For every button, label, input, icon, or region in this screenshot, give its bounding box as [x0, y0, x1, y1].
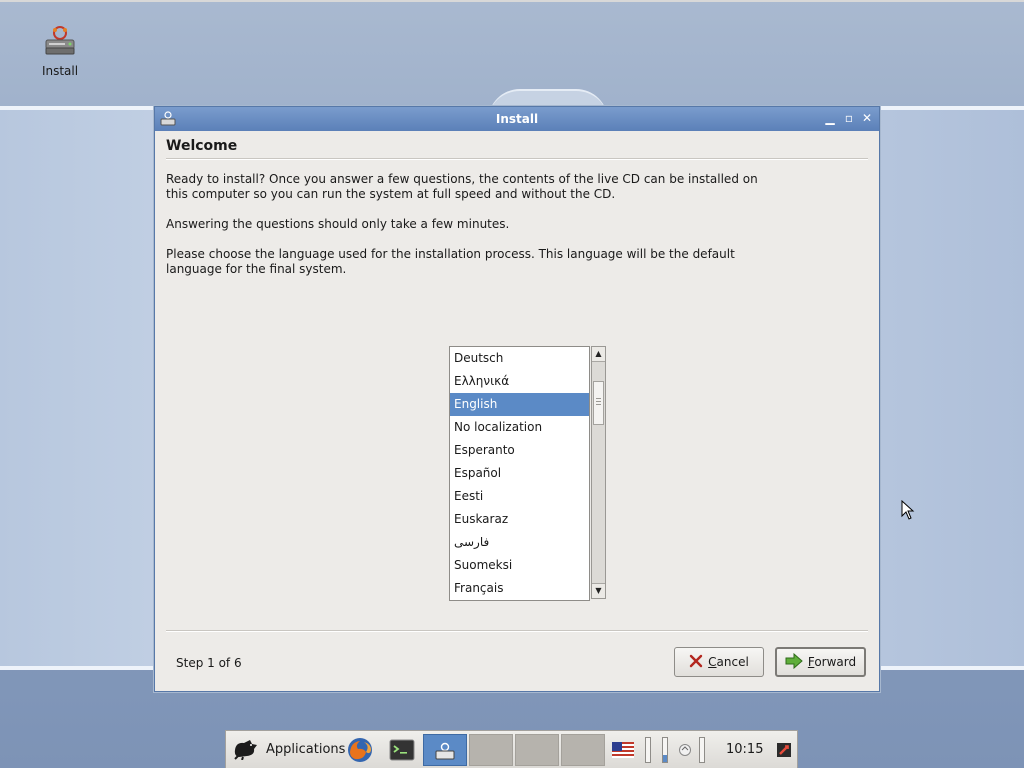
panel-separator-handle[interactable] [699, 737, 705, 763]
desktop-icon-label: Install [41, 64, 79, 78]
xfce-mouse-icon [232, 736, 260, 764]
language-item[interactable]: No localization [450, 416, 589, 439]
step-indicator: Step 1 of 6 [176, 656, 242, 670]
cancel-mnemonic: C [708, 655, 717, 669]
window-title: Install [495, 112, 539, 126]
mouse-pointer-icon [901, 499, 915, 523]
scroll-down-icon[interactable]: ▼ [592, 583, 605, 598]
language-item[interactable]: Deutsch [450, 347, 589, 370]
desktop-top-edge [0, 0, 1024, 2]
desktop-install-icon[interactable]: Install [34, 24, 86, 78]
clock[interactable]: 10:15 [726, 731, 763, 768]
language-item[interactable]: Français [450, 577, 589, 600]
forward-arrow-icon [785, 652, 803, 672]
close-icon[interactable]: ✕ [859, 110, 875, 126]
taskbar-empty-slot [515, 734, 559, 766]
installer-icon [434, 741, 456, 764]
us-flag-keyboard-layout-icon[interactable] [612, 731, 634, 768]
intro-paragraph: Ready to install? Once you answer a few … [166, 172, 758, 201]
forward-label: orward [814, 655, 857, 669]
language-item[interactable]: Ελληνικά [450, 370, 589, 393]
volume-level-bar[interactable] [662, 737, 668, 763]
installer-drive-icon [43, 24, 77, 58]
taskbar: Applications 10:15 [225, 730, 798, 768]
language-list[interactable]: Deutsch Ελληνικά English No localization… [449, 346, 590, 601]
page-heading: Welcome [166, 138, 238, 154]
heading-divider [166, 158, 868, 160]
logout-icon[interactable] [776, 731, 792, 768]
applications-label: Applications [266, 742, 346, 757]
language-item[interactable]: فارسی [450, 531, 589, 554]
scrollbar-thumb[interactable] [593, 381, 604, 425]
language-item[interactable]: Esperanto [450, 439, 589, 462]
scroll-up-icon[interactable]: ▲ [592, 347, 605, 362]
language-item[interactable]: Español [450, 462, 589, 485]
footer-divider [166, 630, 868, 632]
taskbar-empty-slot [561, 734, 605, 766]
maximize-icon[interactable]: ▫ [841, 110, 857, 126]
cancel-button[interactable]: Cancel [674, 647, 764, 677]
forward-button[interactable]: Forward [775, 647, 866, 677]
taskbar-empty-slot [469, 734, 513, 766]
language-item[interactable]: Suomeksi [450, 554, 589, 577]
terminal-icon[interactable] [389, 731, 415, 768]
cancel-x-icon [689, 654, 703, 671]
minimize-icon[interactable]: ▁ [822, 110, 838, 126]
language-list-scrollbar[interactable]: ▲ ▼ [591, 346, 606, 599]
panel-separator-handle[interactable] [645, 737, 651, 763]
language-item[interactable]: Euskaraz [450, 508, 589, 531]
language-instructions: Please choose the language used for the … [166, 247, 735, 276]
duration-paragraph: Answering the questions should only take… [166, 217, 510, 231]
cancel-label: ancel [716, 655, 749, 669]
language-item-selected[interactable]: English [450, 393, 589, 416]
install-window: Install ▁ ▫ ✕ Welcome Ready to install? … [154, 106, 880, 692]
window-content: Welcome Ready to install? Once you answe… [166, 131, 868, 691]
network-icon[interactable] [678, 731, 692, 768]
language-item[interactable]: Eesti [450, 485, 589, 508]
firefox-icon[interactable] [346, 731, 374, 768]
applications-menu-button[interactable]: Applications [228, 731, 349, 768]
taskbar-install-task[interactable] [423, 734, 467, 766]
window-titlebar[interactable]: Install ▁ ▫ ✕ [155, 107, 879, 131]
